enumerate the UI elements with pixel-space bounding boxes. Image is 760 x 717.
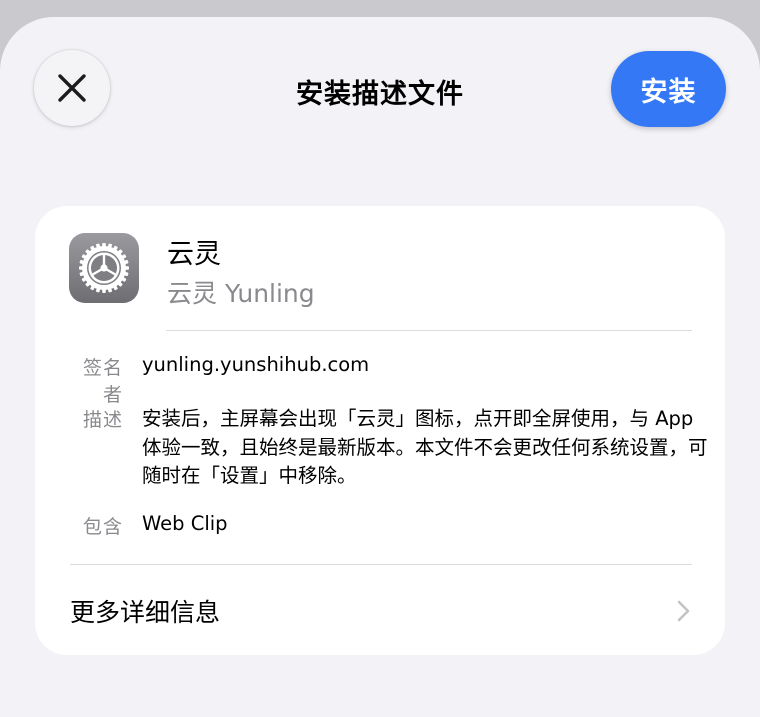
more-info-link[interactable]: 更多详细信息	[70, 593, 220, 629]
profile-subtitle: 云灵 Yunling	[167, 279, 315, 308]
divider	[166, 330, 692, 331]
profile-name: 云灵	[167, 239, 221, 270]
contains-label: 包含	[82, 516, 123, 538]
description-label: 描述	[82, 409, 123, 431]
divider	[70, 564, 692, 565]
signer-value: yunling.yunshihub.com	[142, 353, 370, 376]
signer-label: 签名者	[82, 357, 123, 406]
description-value: 安装后，主屏幕会出现「云灵」图标，点开即全屏使用，与 App 体验一致，且始终是…	[142, 407, 708, 487]
install-button[interactable]: 安装	[611, 51, 726, 127]
contains-value: Web Clip	[142, 512, 228, 535]
chevron-right-icon[interactable]	[676, 599, 692, 623]
settings-gear-icon	[69, 233, 139, 303]
